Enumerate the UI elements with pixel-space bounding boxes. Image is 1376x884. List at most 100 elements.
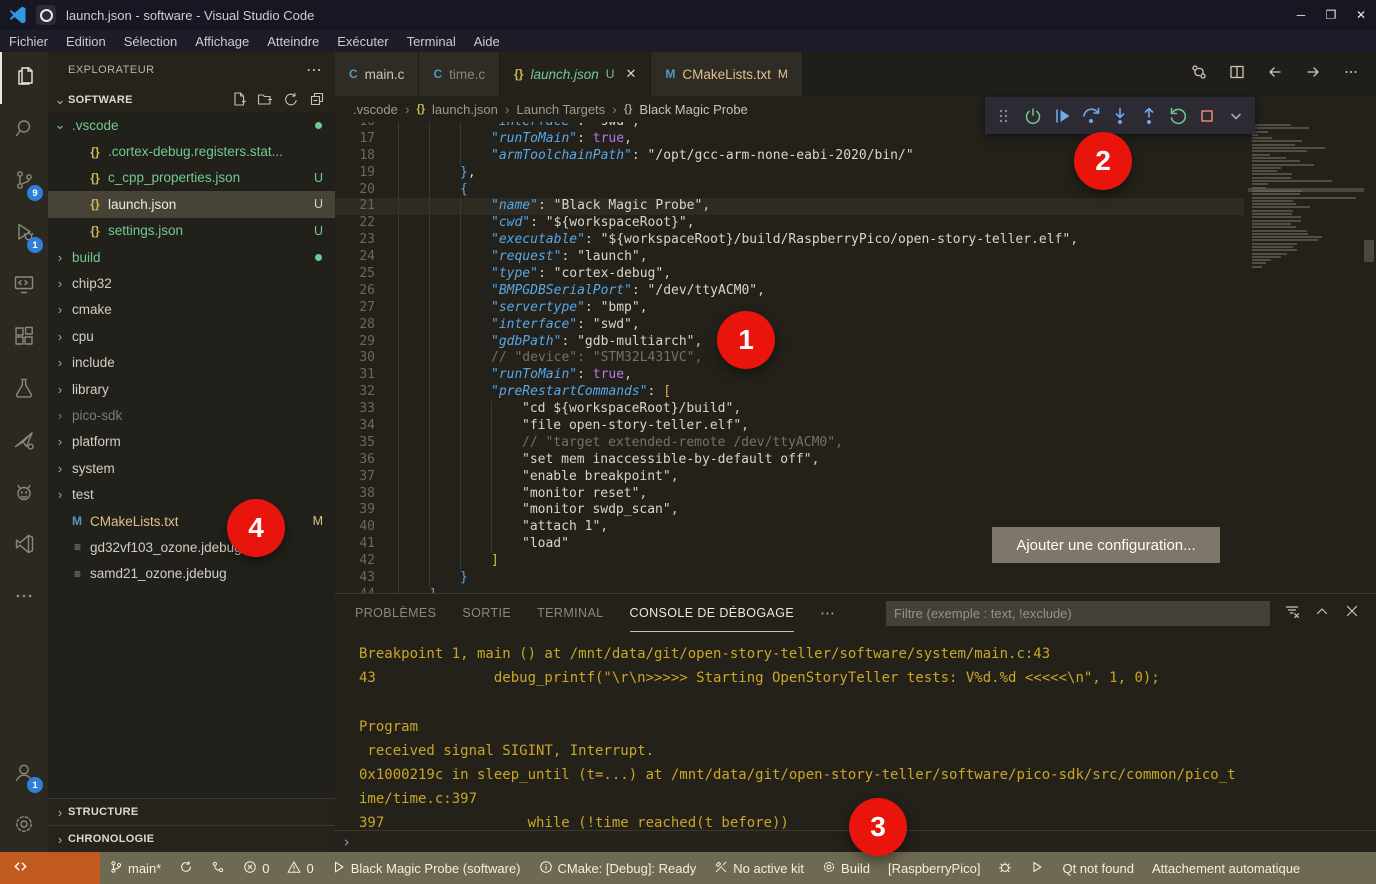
minimap[interactable] <box>1252 124 1360 593</box>
qt-status[interactable]: Qt not found <box>1053 852 1143 884</box>
debug-config[interactable]: Black Magic Probe (software) <box>323 852 530 884</box>
collapse-all-button[interactable] <box>309 91 325 110</box>
tab-launch-json[interactable]: {}launch.jsonU✕ <box>500 52 651 96</box>
restart-button[interactable] <box>1165 102 1191 130</box>
restore-button[interactable]: ❐ <box>1316 0 1346 30</box>
panel-tab-console-de-d-bogage[interactable]: CONSOLE DE DÉBOGAGE <box>630 594 795 632</box>
tree-item-gd32vf103-ozone-jdebug[interactable]: ≡gd32vf103_ozone.jdebug <box>48 534 335 560</box>
activity-account[interactable]: 1 <box>0 748 48 800</box>
sync-button[interactable] <box>170 852 202 884</box>
panel-more-icon[interactable]: ⋯ <box>820 604 836 622</box>
activity-settings[interactable] <box>0 800 48 852</box>
menu-atteindre[interactable]: Atteindre <box>258 34 328 49</box>
activity-source-control[interactable]: 9 <box>0 156 48 208</box>
run-button[interactable] <box>1021 852 1053 884</box>
step-out-button[interactable] <box>1136 102 1162 130</box>
menu-affichage[interactable]: Affichage <box>186 34 258 49</box>
more-button[interactable] <box>1342 63 1360 86</box>
tree-item--vscode[interactable]: ⌄.vscode <box>48 112 335 138</box>
menu-fichier[interactable]: Fichier <box>0 34 57 49</box>
chevron-down-button[interactable] <box>1223 102 1249 130</box>
activity-testing[interactable] <box>0 364 48 416</box>
tab-cmakelists-txt[interactable]: MCMakeLists.txtM <box>651 52 803 96</box>
add-configuration-button[interactable]: Ajouter une configuration... <box>992 527 1220 563</box>
clear-console-button[interactable] <box>1284 603 1300 624</box>
step-into-button[interactable] <box>1107 102 1133 130</box>
menu-edition[interactable]: Edition <box>57 34 115 49</box>
tree-item-cpu[interactable]: ›cpu <box>48 323 335 349</box>
menu-sélection[interactable]: Sélection <box>115 34 186 49</box>
editor-scrollbar[interactable] <box>1362 122 1376 593</box>
section-chronologie[interactable]: ›CHRONOLOGIE <box>48 825 335 852</box>
remote-indicator[interactable] <box>0 852 100 884</box>
tree-item-c-cpp-properties-json[interactable]: {}c_cpp_properties.jsonU <box>48 165 335 191</box>
section-structure[interactable]: ›STRUCTURE <box>48 798 335 825</box>
breadcrumb-item[interactable]: Black Magic Probe <box>639 102 747 117</box>
git-graph-button[interactable] <box>202 852 234 884</box>
sidebar-more-icon[interactable]: ⋯ <box>306 60 323 80</box>
tree-item-library[interactable]: ›library <box>48 376 335 402</box>
activity-bee-debug[interactable] <box>0 468 48 520</box>
debug-button[interactable] <box>989 852 1021 884</box>
activity-extensions[interactable] <box>0 312 48 364</box>
step-over-button[interactable] <box>1078 102 1104 130</box>
split-editor-button[interactable] <box>1228 63 1246 86</box>
continue-button[interactable] <box>1049 102 1075 130</box>
build-target[interactable]: [RaspberryPico] <box>879 852 989 884</box>
tab-main-c[interactable]: Cmain.c <box>335 52 419 96</box>
kit-selector[interactable]: No active kit <box>705 852 813 884</box>
build-button[interactable]: Build <box>813 852 879 884</box>
activity-remote-explorer[interactable] <box>0 260 48 312</box>
close-icon[interactable]: ✕ <box>625 66 636 82</box>
menu-terminal[interactable]: Terminal <box>398 34 465 49</box>
close-panel-button[interactable] <box>1344 603 1360 624</box>
breadcrumb-item[interactable]: Launch Targets <box>517 102 606 117</box>
power-button[interactable] <box>1020 102 1046 130</box>
new-folder-button[interactable] <box>257 91 273 110</box>
stop-button[interactable] <box>1194 102 1220 130</box>
warnings-indicator[interactable]: 0 <box>278 852 322 884</box>
tree-item-pico-sdk[interactable]: ›pico-sdk <box>48 402 335 428</box>
tree-item-test[interactable]: ›test <box>48 481 335 507</box>
panel-tab-sortie[interactable]: SORTIE <box>462 594 511 632</box>
workspace-section-header[interactable]: ⌄ SOFTWARE <box>48 88 335 112</box>
open-changes-button[interactable] <box>1190 63 1208 86</box>
tree-item-build[interactable]: ›build <box>48 244 335 270</box>
tree-item-system[interactable]: ›system <box>48 455 335 481</box>
activity-search[interactable] <box>0 104 48 156</box>
close-button[interactable]: ✕ <box>1346 0 1376 30</box>
tab-time-c[interactable]: Ctime.c <box>419 52 500 96</box>
debug-filter-input[interactable] <box>886 601 1270 626</box>
activity-vs-project[interactable] <box>0 520 48 572</box>
tree-item-settings-json[interactable]: {}settings.jsonU <box>48 218 335 244</box>
activity-send-tools[interactable] <box>0 416 48 468</box>
auto-attach[interactable]: Attachement automatique <box>1143 852 1309 884</box>
nav-back-button[interactable] <box>1266 63 1284 86</box>
menu-exécuter[interactable]: Exécuter <box>328 34 397 49</box>
errors-indicator[interactable]: 0 <box>234 852 278 884</box>
tree-item-launch-json[interactable]: {}launch.jsonU <box>48 191 335 217</box>
activity-more[interactable] <box>0 572 48 624</box>
menu-aide[interactable]: Aide <box>465 34 509 49</box>
activity-explorer[interactable] <box>0 52 48 104</box>
nav-forward-button[interactable] <box>1304 63 1322 86</box>
panel-tab-terminal[interactable]: TERMINAL <box>537 594 603 632</box>
tree-item-cmake[interactable]: ›cmake <box>48 297 335 323</box>
tree-item-cmakelists-txt[interactable]: MCMakeLists.txtM <box>48 508 335 534</box>
maximize-panel-button[interactable] <box>1314 603 1330 624</box>
breadcrumb-item[interactable]: .vscode <box>353 102 398 117</box>
refresh-button[interactable] <box>283 91 299 110</box>
tree-item-platform[interactable]: ›platform <box>48 429 335 455</box>
cmake-status[interactable]: CMake: [Debug]: Ready <box>530 852 706 884</box>
tree-item-chip32[interactable]: ›chip32 <box>48 270 335 296</box>
panel-tab-probl-mes[interactable]: PROBLÈMES <box>355 594 436 632</box>
tree-item-samd21-ozone-jdebug[interactable]: ≡samd21_ozone.jdebug <box>48 561 335 587</box>
activity-run-and-debug[interactable]: 1 <box>0 208 48 260</box>
breadcrumb-item[interactable]: launch.json <box>432 102 498 117</box>
branch-indicator[interactable]: main* <box>100 852 170 884</box>
tree-item-include[interactable]: ›include <box>48 350 335 376</box>
tree-item--cortex-debug-registers-stat-[interactable]: {}.cortex-debug.registers.stat... <box>48 138 335 164</box>
minimize-button[interactable]: ─ <box>1286 0 1316 30</box>
scrollbar-handle[interactable] <box>1364 240 1374 262</box>
code-editor[interactable]: 16"interface": "swd",17"runToMain": true… <box>335 122 1376 593</box>
